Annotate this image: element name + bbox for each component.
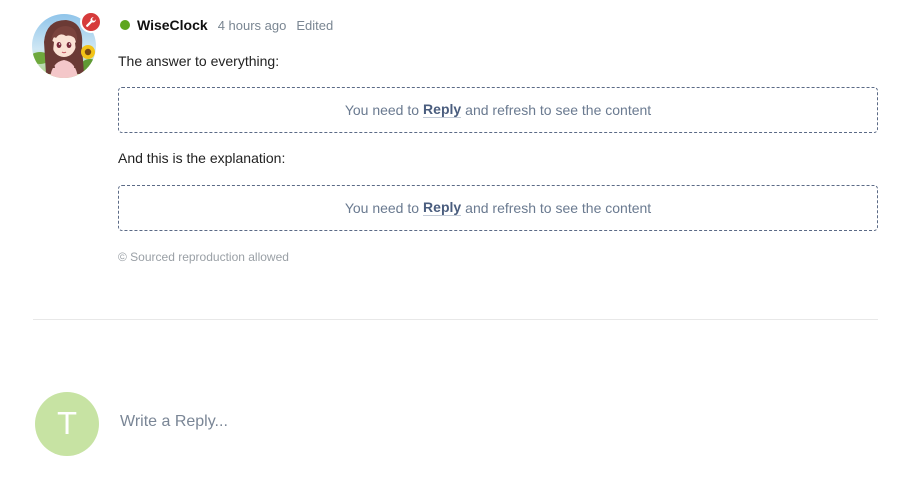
online-status-dot [120, 20, 130, 30]
hidden-notice-prefix: You need to [344, 200, 420, 216]
wrench-icon [85, 16, 97, 28]
post-meta: WiseClock 4 hours ago Edited [120, 16, 333, 34]
hidden-notice-prefix: You need to [344, 102, 420, 118]
author-name[interactable]: WiseClock [137, 17, 208, 33]
hidden-content-notice: You need to Reply and refresh to see the… [118, 185, 878, 231]
reply-link[interactable]: Reply [423, 101, 462, 119]
hidden-notice-suffix: and refresh to see the content [465, 102, 652, 118]
post-paragraph: The answer to everything: [118, 53, 280, 69]
hidden-notice-suffix: and refresh to see the content [465, 200, 652, 216]
edited-indicator[interactable]: Edited [296, 18, 333, 33]
copyright-notice: © Sourced reproduction allowed [118, 250, 289, 264]
hidden-content-notice: You need to Reply and refresh to see the… [118, 87, 878, 133]
reply-link[interactable]: Reply [423, 199, 462, 217]
post-paragraph: And this is the explanation: [118, 150, 286, 166]
reply-input[interactable] [118, 408, 722, 436]
post-timestamp[interactable]: 4 hours ago [218, 18, 287, 33]
moderator-badge [80, 11, 102, 33]
current-user-avatar[interactable]: T [35, 392, 99, 456]
post-divider [33, 319, 878, 320]
author-avatar-wrapper[interactable] [32, 11, 102, 78]
